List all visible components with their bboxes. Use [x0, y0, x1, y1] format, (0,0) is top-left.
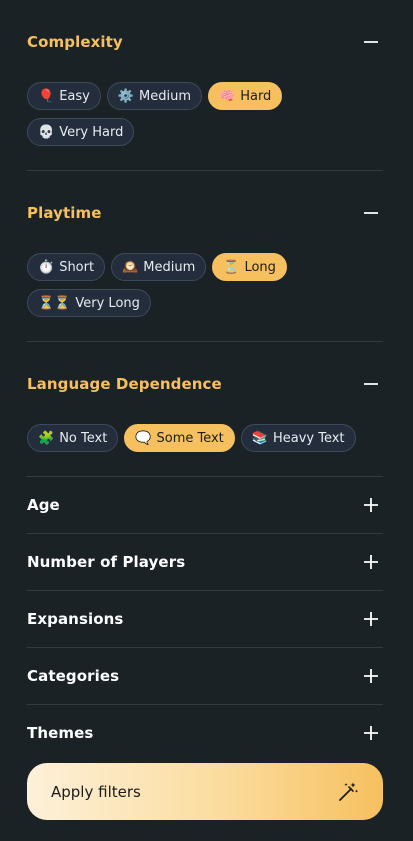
double-hourglass-icon: ⏳⏳ [38, 295, 71, 311]
filters-page: { "sections": [ { "title": "Complexity",… [0, 0, 413, 841]
section-playtime-header[interactable]: Playtime [27, 171, 383, 255]
chip-label: Very Long [75, 295, 140, 311]
collapse-minus-icon[interactable] [364, 377, 378, 391]
section-title: Playtime [27, 204, 102, 222]
chip-group-complexity: 🎈 Easy ⚙️ Medium 🧠 Hard 💀 Very Hard [27, 82, 383, 146]
filter-panel: Complexity 🎈 Easy ⚙️ Medium 🧠 Hard 💀 Ver… [27, 0, 383, 761]
section-categories: Categories [27, 648, 383, 705]
section-title: Age [27, 496, 60, 514]
section-age: Age [27, 477, 383, 534]
magic-wand-icon [339, 782, 359, 801]
chip-label: Short [59, 259, 95, 275]
section-categories-header[interactable]: Categories [27, 648, 383, 704]
balloon-icon: 🎈 [38, 88, 55, 104]
brain-icon: 🧠 [219, 88, 236, 104]
collapse-minus-icon[interactable] [364, 206, 378, 220]
chip-short[interactable]: ⏱️ Short [27, 253, 106, 281]
chip-very-long[interactable]: ⏳⏳ Very Long [27, 289, 151, 317]
chip-medium[interactable]: 🕰️ Medium [111, 253, 207, 281]
section-age-header[interactable]: Age [27, 477, 383, 533]
skull-icon: 💀 [38, 124, 55, 140]
section-complexity: Complexity 🎈 Easy ⚙️ Medium 🧠 Hard 💀 Ver… [27, 0, 383, 171]
section-themes: Themes [27, 705, 383, 761]
puzzle-piece-icon: 🧩 [38, 430, 55, 446]
chip-easy[interactable]: 🎈 Easy [27, 82, 101, 110]
chip-label: Medium [143, 259, 196, 275]
books-icon: 📚 [251, 430, 268, 446]
chip-label: Medium [139, 88, 192, 104]
hourglass-icon: ⏳ [223, 259, 240, 275]
collapse-minus-icon[interactable] [364, 35, 378, 49]
section-language-dependence-header[interactable]: Language Dependence [27, 342, 383, 426]
chip-very-hard[interactable]: 💀 Very Hard [27, 118, 135, 146]
chip-some-text[interactable]: 🗨️ Some Text [124, 424, 235, 452]
chip-long[interactable]: ⏳ Long [212, 253, 287, 281]
chip-medium[interactable]: ⚙️ Medium [106, 82, 203, 110]
chip-label: Hard [240, 88, 272, 104]
section-title: Themes [27, 724, 94, 742]
chip-heavy-text[interactable]: 📚 Heavy Text [240, 424, 356, 452]
chip-label: Long [244, 259, 276, 275]
expand-plus-icon[interactable] [364, 726, 378, 740]
section-playtime: Playtime ⏱️ Short 🕰️ Medium ⏳ Long ⏳⏳ Ve… [27, 171, 383, 342]
chip-no-text[interactable]: 🧩 No Text [27, 424, 119, 452]
mantelpiece-clock-icon: 🕰️ [122, 259, 139, 275]
chip-label: Very Hard [59, 124, 124, 140]
chip-group-playtime: ⏱️ Short 🕰️ Medium ⏳ Long ⏳⏳ Very Long [27, 253, 383, 317]
section-title: Complexity [27, 33, 123, 51]
section-title: Categories [27, 667, 120, 685]
section-expansions: Expansions [27, 591, 383, 648]
chip-label: Some Text [156, 430, 224, 446]
section-title: Language Dependence [27, 375, 222, 393]
section-number-of-players: Number of Players [27, 534, 383, 591]
expand-plus-icon[interactable] [364, 669, 378, 683]
chip-label: Easy [59, 88, 90, 104]
chip-group-language: 🧩 No Text 🗨️ Some Text 📚 Heavy Text [27, 424, 383, 452]
chip-label: No Text [59, 430, 108, 446]
section-number-of-players-header[interactable]: Number of Players [27, 534, 383, 590]
section-expansions-header[interactable]: Expansions [27, 591, 383, 647]
section-language-dependence: Language Dependence 🧩 No Text 🗨️ Some Te… [27, 342, 383, 477]
section-themes-header[interactable]: Themes [27, 705, 383, 761]
expand-plus-icon[interactable] [364, 612, 378, 626]
chip-label: Heavy Text [272, 430, 345, 446]
apply-filters-label: Apply filters [51, 782, 141, 801]
chip-hard[interactable]: 🧠 Hard [208, 82, 283, 110]
gear-icon: ⚙️ [117, 88, 135, 104]
stopwatch-icon: ⏱️ [38, 259, 55, 275]
section-title: Expansions [27, 610, 124, 628]
expand-plus-icon[interactable] [364, 555, 378, 569]
expand-plus-icon[interactable] [364, 498, 378, 512]
speech-bubble-icon: 🗨️ [135, 430, 152, 446]
apply-filters-button[interactable]: Apply filters [27, 763, 383, 820]
section-complexity-header[interactable]: Complexity [27, 0, 383, 84]
section-title: Number of Players [27, 553, 186, 571]
